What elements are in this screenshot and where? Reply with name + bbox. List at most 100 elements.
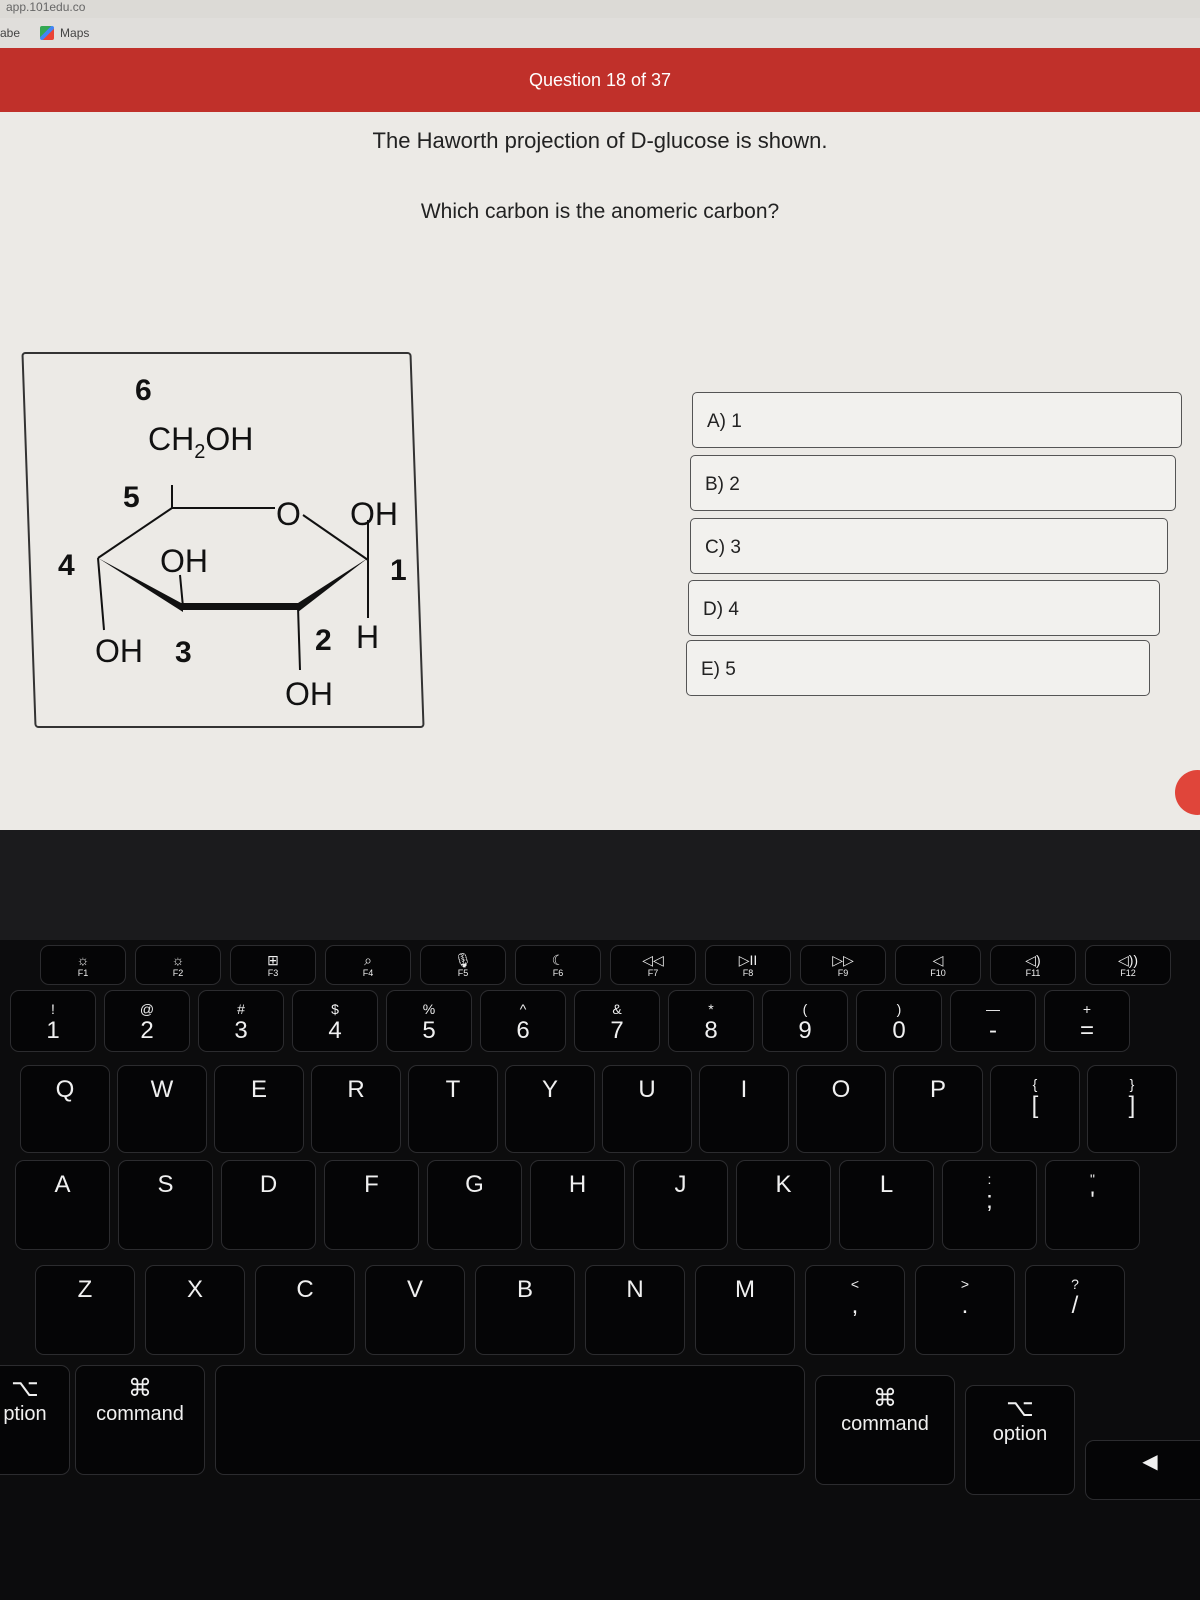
key-f4[interactable]: ⌕ F4 [325,945,411,985]
key-f9[interactable]: ▷▷ F9 [800,945,886,985]
key-row2-7[interactable]: K [736,1160,831,1250]
key-row1-4[interactable]: T [408,1065,498,1153]
key-num-1[interactable]: @2 [104,990,190,1052]
key-row2-6[interactable]: J [633,1160,728,1250]
key-row1-11[interactable]: }] [1087,1065,1177,1153]
key-row2-2[interactable]: D [221,1160,316,1250]
carbon-3-label: 3 [175,636,192,669]
key-row2-10[interactable]: " ' [1045,1160,1140,1250]
key-row1-2[interactable]: E [214,1065,304,1153]
key-primary-label: E [250,1076,267,1103]
key-row3-3[interactable]: V [365,1265,465,1355]
answer-option-a[interactable]: A) 1 [692,392,1182,448]
key-f10[interactable]: ◁ F10 [895,945,981,985]
bookmark-abe[interactable]: abe [0,26,20,40]
key-label: option [992,1423,1048,1445]
key-num-2[interactable]: #3 [198,990,284,1052]
key-row3-0[interactable]: Z [35,1265,135,1355]
key-secondary-label: ⌕ [364,952,372,968]
key-row3-1[interactable]: X [145,1265,245,1355]
key-primary-label: 7 [610,1017,624,1044]
key-num-10[interactable]: — - [950,990,1036,1052]
key-primary-label: F [364,1171,379,1198]
answer-label: B) 2 [705,474,740,495]
key-row2-1[interactable]: S [118,1160,213,1250]
answer-option-b[interactable]: B) 2 [690,455,1176,511]
key-row1-8[interactable]: O [796,1065,886,1153]
key-primary-label: C [296,1276,314,1303]
key-primary-label: D [259,1171,278,1198]
key-f7[interactable]: ◁◁ F7 [610,945,696,985]
key-f12[interactable]: ◁)) F12 [1085,945,1171,985]
key-num-0[interactable]: ! 1 [10,990,96,1052]
key-left-option[interactable]: ⌥ ption [0,1365,70,1475]
key-label: command [96,1403,184,1425]
answer-label: E) 5 [701,659,736,680]
key-row3-7[interactable]: <, [805,1265,905,1355]
key-num-3[interactable]: $4 [292,990,378,1052]
url-bar[interactable]: app.101edu.co [0,0,1200,18]
key-left-command[interactable]: ⌘ command [75,1365,205,1475]
key-row2-9[interactable]: :; [942,1160,1037,1250]
answer-option-e[interactable]: E) 5 [686,640,1150,696]
c3-hydroxyl: OH [160,543,208,579]
key-primary-label: L [879,1171,894,1198]
key-symbol: ⌘ [128,1375,152,1402]
key-right-command[interactable]: ⌘ command [815,1375,955,1485]
key-f3[interactable]: ⊞ F3 [230,945,316,985]
key-space[interactable] [215,1365,805,1475]
question-text: Which carbon is the anomeric carbon? [420,200,780,223]
key-num-4[interactable]: % 5 [386,990,472,1052]
key-f5[interactable]: 🎙 F5 [420,945,506,985]
key-row3-2[interactable]: C [255,1265,355,1355]
key-f1[interactable]: ☼ F1 [40,945,126,985]
key-row1-7[interactable]: I [699,1065,789,1153]
key-row3-6[interactable]: M [695,1265,795,1355]
key-num-9[interactable]: ) 0 [856,990,942,1052]
key-num-7[interactable]: * 8 [668,990,754,1052]
key-left-arrow[interactable]: ◀ [1085,1440,1200,1500]
key-row1-1[interactable]: W [117,1065,207,1153]
key-num-5[interactable]: ^ 6 [480,990,566,1052]
key-secondary-label: ☼ [171,952,185,968]
key-row2-4[interactable]: G [427,1160,522,1250]
key-secondary-label: ◁◁ [642,952,664,968]
key-row2-0[interactable]: A [15,1160,110,1250]
answer-option-c[interactable]: C) 3 [690,518,1168,574]
key-f6[interactable]: ☾ F6 [515,945,601,985]
key-primary-label: S [157,1171,174,1198]
key-secondary-label: ☼ [76,952,90,968]
key-primary-label: F7 [647,968,659,978]
key-num-8[interactable]: (9 [762,990,848,1052]
key-row1-9[interactable]: P [893,1065,983,1153]
answer-option-d[interactable]: D) 4 [688,580,1160,636]
key-row2-3[interactable]: F [324,1160,419,1250]
key-f8[interactable]: ▷II F8 [705,945,791,985]
key-row1-3[interactable]: R [311,1065,401,1153]
key-symbol: ⌥ [11,1375,39,1402]
key-row1-10[interactable]: {[ [990,1065,1080,1153]
key-secondary-label: ◁)) [1117,952,1139,968]
laptop-bezel [0,830,1200,940]
key-row3-5[interactable]: N [585,1265,685,1355]
bookmark-maps[interactable]: Maps [40,26,89,40]
key-primary-label: F6 [552,968,564,978]
key-num-11[interactable]: + = [1044,990,1130,1052]
maps-icon [40,26,55,40]
key-num-6[interactable]: & 7 [574,990,660,1052]
key-primary-label: V [406,1276,423,1303]
key-row3-8[interactable]: >. [915,1265,1015,1355]
key-row2-5[interactable]: H [530,1160,625,1250]
key-right-option[interactable]: ⌥ option [965,1385,1075,1495]
key-secondary-label: ) [896,1001,902,1017]
key-f11[interactable]: ◁) F11 [990,945,1076,985]
key-row1-0[interactable]: Q [20,1065,110,1153]
key-row1-6[interactable]: U [602,1065,692,1153]
key-label: command [841,1413,929,1435]
key-row1-5[interactable]: Y [505,1065,595,1153]
key-f2[interactable]: ☼ F2 [135,945,221,985]
key-row2-8[interactable]: L [839,1160,934,1250]
key-row3-4[interactable]: B [475,1265,575,1355]
help-tab[interactable] [1175,770,1200,815]
key-row3-9[interactable]: ? / [1025,1265,1125,1355]
